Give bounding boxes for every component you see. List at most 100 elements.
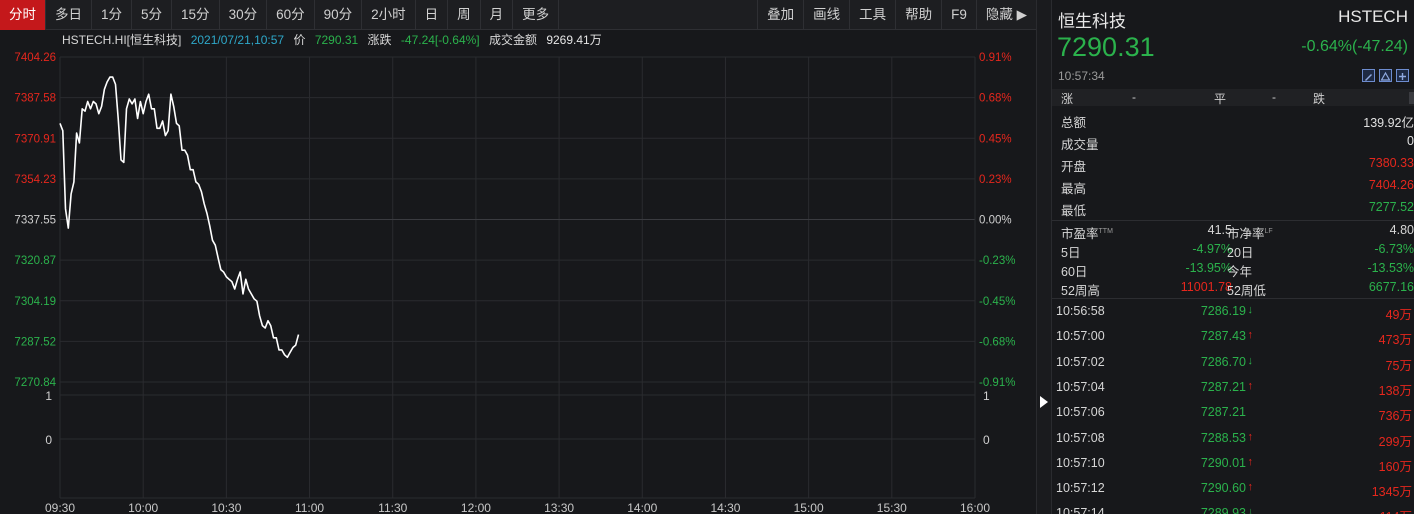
down-label: 跌	[1313, 92, 1326, 106]
tab-fenshi[interactable]: 分时	[0, 0, 46, 30]
ratio-value-text: 11001.78	[1180, 280, 1232, 294]
stat-row: 开盘 7380.33	[1052, 153, 1414, 175]
tab-1fen[interactable]: 1分	[92, 0, 133, 30]
ratio-label-text: 今年	[1227, 265, 1253, 279]
tab-zhou[interactable]: 周	[448, 0, 481, 30]
ratio-row: 52周高 11001.78 52周低 6677.16	[1052, 279, 1414, 298]
tick-time: 10:57:06	[1056, 405, 1105, 420]
tick-price: 7288.53	[1200, 430, 1246, 445]
y-pct-label: 0.68%	[979, 93, 1012, 105]
quote-time: 10:57:34	[1058, 69, 1105, 83]
ratio-label: 60日	[1061, 261, 1087, 280]
ratio-value: 6677.16	[1369, 280, 1414, 294]
tick-price: 7290.60	[1200, 481, 1246, 496]
divider-line	[1052, 220, 1414, 221]
x-tick-label: 15:30	[877, 501, 907, 514]
ratio-value-text: 4.80	[1389, 223, 1414, 237]
tab-90fen[interactable]: 90分	[315, 0, 363, 30]
alert-triangle-icon[interactable]	[1379, 69, 1392, 82]
y-tick-label: 7354.23	[14, 174, 56, 186]
panel-divider[interactable]	[1036, 0, 1052, 514]
chart-canvas[interactable]: 09:30 10:00 10:30 11:00 11:30 12:00 13:30 14:00…	[0, 30, 1036, 514]
add-icon[interactable]	[1396, 69, 1409, 82]
price-label: 价	[293, 33, 306, 47]
price-change: -0.64%(-47.24)	[1301, 38, 1408, 56]
y-pct-label: -0.68%	[979, 336, 1015, 348]
expand-arrow-icon[interactable]	[1040, 396, 1048, 408]
chart-info-bar: HSTECH.HI[恒生科技] 2021/07/21,10:57 价 7290.…	[62, 31, 608, 48]
flat-count: -	[1272, 90, 1276, 104]
x-tick-label: 09:30	[45, 501, 75, 514]
tool-menu: 叠加 画线 工具 帮助 F9 隐藏 ▶	[757, 0, 1036, 30]
tick-row[interactable]: 10:57:12 7290.60 ↑ 1345万	[1052, 476, 1414, 501]
tab-duori[interactable]: 多日	[46, 0, 92, 30]
tick-row[interactable]: 10:57:08 7288.53 ↑ 299万	[1052, 426, 1414, 451]
tab-huaxian[interactable]: 画线	[803, 0, 849, 30]
tick-volume: 49万	[1385, 308, 1412, 322]
tick-row[interactable]: 10:57:00 7287.43 ↑ 473万	[1052, 324, 1414, 349]
last-price: 7290.31	[1057, 32, 1155, 62]
change-percent: -0.64%	[1301, 38, 1352, 55]
x-tick-label: 14:30	[710, 501, 740, 514]
flat-label: 平	[1214, 92, 1227, 106]
tick-row[interactable]: 10:57:04 7287.21 ↑ 138万	[1052, 375, 1414, 400]
tick-row[interactable]: 10:57:02 7286.70 ↓ 75万	[1052, 350, 1414, 375]
tab-gongju[interactable]: 工具	[849, 0, 895, 30]
index-name: 恒生科技	[1058, 12, 1126, 31]
tab-2xiaoshi[interactable]: 2小时	[362, 0, 416, 30]
tab-15fen[interactable]: 15分	[172, 0, 220, 30]
change-value: -47.24[-0.64%]	[400, 33, 480, 47]
tab-f9[interactable]: F9	[941, 0, 976, 30]
ratio-value: -13.95%	[1185, 261, 1232, 275]
tick-row[interactable]: 10:57:06 7287.21 736万	[1052, 400, 1414, 425]
arrow-down-icon: ↓	[1247, 304, 1254, 316]
ratio-superscript: LF	[1264, 227, 1273, 235]
stat-value: 139.92亿	[1363, 116, 1414, 130]
up-count: -	[1132, 90, 1136, 104]
y-pct-label: 0.91%	[979, 52, 1012, 64]
change-label: 涨跌	[367, 33, 392, 47]
stat-label: 总额	[1061, 116, 1087, 130]
tab-60fen[interactable]: 60分	[267, 0, 315, 30]
tab-ri[interactable]: 日	[416, 0, 449, 30]
tab-diejia[interactable]: 叠加	[757, 0, 803, 30]
tab-gengduo[interactable]: 更多	[513, 0, 560, 30]
chart-toolbar: 分时 多日 1分 5分 15分 30分 60分 90分 2小时日周月更多 叠加 画线 工具 帮助 F9 隐…	[0, 0, 1036, 30]
tick-row[interactable]: 10:57:14 7289.93↓ 114万	[1052, 501, 1414, 514]
tab-yue[interactable]: 月	[481, 0, 514, 30]
ratio-superscript: TTM	[1098, 227, 1113, 235]
y-pct-label: -0.45%	[979, 296, 1015, 308]
y-tick-label: 7287.52	[14, 336, 56, 348]
arrow-up-icon: ↑	[1247, 455, 1254, 468]
ratio-row: 市盈率TTM 41.5 市净率LF 4.80	[1052, 222, 1414, 241]
tab-30fen[interactable]: 30分	[220, 0, 268, 30]
panel-scrollbar[interactable]	[1409, 92, 1414, 104]
tick-row[interactable]: 10:57:10 7290.01 ↑ 160万	[1052, 451, 1414, 476]
x-tick-label: 12:00	[461, 501, 491, 514]
tab-bangzhu[interactable]: 帮助	[895, 0, 941, 30]
ratio-label-text: 市盈率	[1061, 227, 1099, 241]
volume-tick-label-right: 1	[983, 389, 990, 403]
tab-5fen[interactable]: 5分	[132, 0, 173, 30]
ratio-label-text: 5日	[1061, 246, 1081, 260]
volume-tick-label: 0	[45, 433, 52, 447]
y-pct-label: 0.00%	[979, 215, 1012, 227]
ratio-label-text: 52周低	[1227, 284, 1266, 298]
ratio-value-text: -6.73%	[1374, 242, 1414, 256]
stat-row: 成交量 0	[1052, 131, 1414, 153]
stat-label: 成交量	[1061, 138, 1099, 152]
stat-value: 7404.26	[1368, 178, 1414, 192]
tick-price: 7287.21	[1200, 405, 1246, 420]
tick-time: 10:57:08	[1056, 430, 1105, 445]
cursor-datetime: 2021/07/21,10:57	[190, 33, 285, 47]
ratio-value-text: -13.95%	[1185, 261, 1232, 275]
x-tick-label: 11:00	[295, 501, 324, 514]
turnover-label: 成交金额	[488, 33, 537, 47]
intraday-chart[interactable]: 09:30 10:00 10:30 11:00 11:30 12:00 13:30 14:00…	[0, 30, 1036, 514]
tick-row[interactable]: 10:56:58 7286.19 ↓ 49万	[1052, 299, 1414, 324]
tick-volume: 299万	[1378, 434, 1412, 449]
tick-price: 7289.93	[1200, 506, 1246, 514]
tab-yincang[interactable]: 隐藏 ▶	[975, 0, 1036, 30]
edit-icon[interactable]	[1362, 69, 1375, 82]
